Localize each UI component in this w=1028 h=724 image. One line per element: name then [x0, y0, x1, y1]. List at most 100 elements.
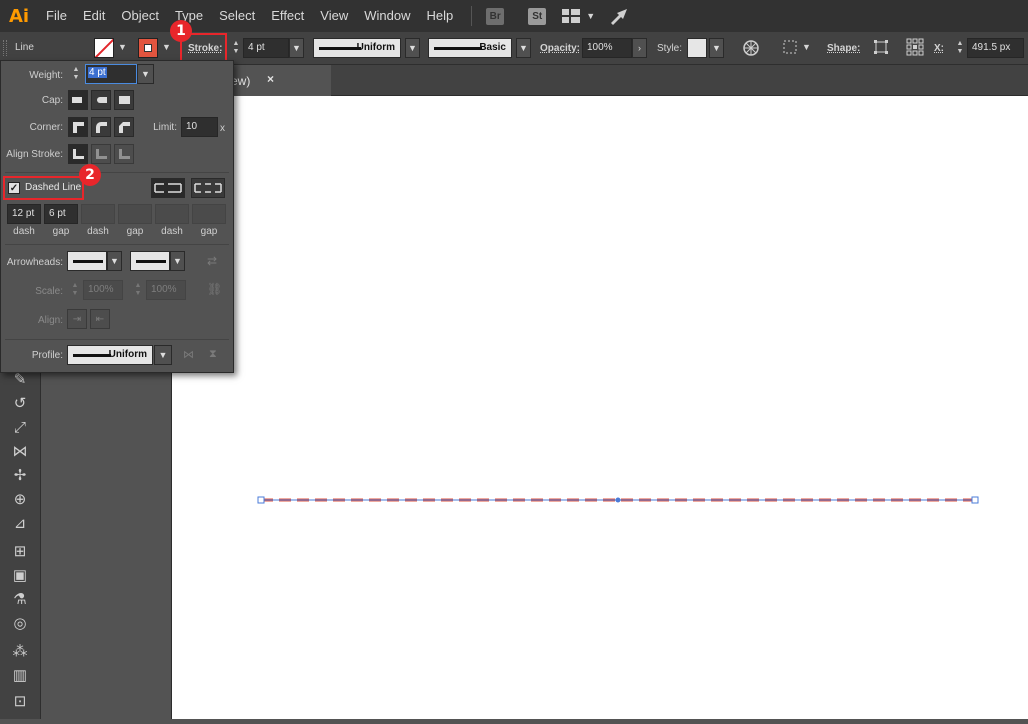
gradient-tool-icon[interactable]: ▣ — [9, 565, 31, 585]
reference-point-icon[interactable] — [906, 38, 924, 56]
align-stroke-label: Align Stroke: — [6, 149, 63, 160]
projecting-cap-button[interactable] — [114, 90, 134, 110]
column-graph-tool-icon[interactable]: ▥ — [9, 665, 31, 685]
align-to-selection-icon[interactable] — [782, 39, 798, 55]
annotation-badge-2: 2 — [79, 164, 101, 186]
shape-link[interactable]: Shape: — [827, 43, 860, 54]
menu-select[interactable]: Select — [211, 0, 263, 32]
x-position-stepper[interactable]: ▲ ▼ — [953, 38, 967, 58]
round-cap-button[interactable] — [91, 90, 111, 110]
gpu-performance-icon[interactable] — [609, 7, 629, 25]
transform-shape-icon[interactable] — [873, 39, 889, 55]
variable-width-profile[interactable]: Uniform — [313, 38, 401, 58]
bevel-join-button[interactable] — [114, 117, 134, 137]
brush-dropdown[interactable]: ▼ — [516, 38, 531, 58]
x-position-field[interactable]: 491.5 px — [967, 38, 1024, 58]
weight-field[interactable]: 4 pt — [85, 64, 137, 84]
weight-stepper[interactable]: ▲ ▼ — [69, 64, 83, 84]
arrow-place-button[interactable]: ⇤ — [90, 309, 110, 329]
align-outside-button[interactable] — [114, 144, 134, 164]
round-join-button[interactable] — [91, 117, 111, 137]
profile-dropdown[interactable]: ▼ — [154, 345, 172, 365]
graphic-style-swatch[interactable] — [687, 38, 707, 58]
grip-handle[interactable] — [3, 40, 7, 56]
symbol-sprayer-tool-icon[interactable]: ⁂ — [9, 641, 31, 661]
width-tool-icon[interactable]: ⋈ — [9, 441, 31, 461]
end-scale-stepper[interactable]: ▲ ▼ — [131, 280, 145, 300]
start-arrowhead-select[interactable] — [67, 251, 107, 271]
menu-window[interactable]: Window — [356, 0, 418, 32]
artboard[interactable] — [171, 96, 1028, 719]
menu-effect[interactable]: Effect — [263, 0, 312, 32]
arrow-extend-button[interactable]: ⇥ — [67, 309, 87, 329]
stock-button[interactable]: St — [528, 7, 547, 25]
scale-tool-icon[interactable]: ⤢ — [9, 417, 31, 437]
end-scale-field[interactable]: 100% — [146, 280, 186, 300]
stroke-weight-stepper[interactable]: ▲ ▼ — [229, 38, 243, 58]
align-dropdown-chevron[interactable]: ▼ — [802, 42, 811, 52]
swap-arrowheads-icon[interactable]: ⇄ — [207, 254, 217, 268]
menu-object[interactable]: Object — [113, 0, 167, 32]
start-scale-field[interactable]: 100% — [83, 280, 123, 300]
puppet-warp-tool-icon[interactable]: ✢ — [9, 465, 31, 485]
eyedropper-tool-icon[interactable]: ⚗ — [9, 589, 31, 609]
gap-field-2[interactable] — [118, 204, 152, 224]
variable-width-dropdown[interactable]: ▼ — [405, 38, 420, 58]
shape-builder-tool-icon[interactable]: ⊕ — [9, 489, 31, 509]
stroke-weight-dropdown[interactable]: ▼ — [289, 38, 304, 58]
preserve-dash-button[interactable] — [151, 178, 185, 198]
limit-field[interactable]: 10 — [181, 117, 218, 137]
menu-edit[interactable]: Edit — [75, 0, 113, 32]
bridge-button[interactable]: Br — [486, 7, 505, 25]
opacity-link[interactable]: Opacity: — [540, 43, 580, 54]
stroke-swatch[interactable] — [138, 38, 158, 58]
anchor-point-end[interactable] — [971, 496, 979, 504]
stroke-dropdown-chevron[interactable]: ▼ — [162, 42, 171, 52]
gap-field-3[interactable] — [192, 204, 226, 224]
artboard-tool-icon[interactable]: ⊡ — [9, 691, 31, 711]
profile-select[interactable]: Uniform — [67, 345, 153, 365]
align-stroke-outside-icon — [119, 149, 130, 159]
brush-definition[interactable]: Basic — [428, 38, 512, 58]
round-join-icon — [96, 122, 107, 133]
fill-dropdown-chevron[interactable]: ▼ — [118, 42, 127, 52]
brush-preview-line — [434, 47, 482, 50]
butt-cap-button[interactable] — [68, 90, 88, 110]
align-center-button[interactable] — [68, 144, 88, 164]
align-dash-corners-button[interactable] — [191, 178, 225, 198]
app-logo: Ai — [8, 5, 30, 27]
graphic-style-dropdown[interactable]: ▼ — [709, 38, 724, 58]
perspective-grid-tool-icon[interactable]: ⊿ — [9, 513, 31, 533]
document-tab[interactable]: ew) × — [231, 65, 331, 96]
menu-view[interactable]: View — [312, 0, 356, 32]
fill-swatch[interactable] — [94, 38, 114, 58]
anchor-point-start[interactable] — [257, 496, 265, 504]
dash-field-3[interactable] — [155, 204, 189, 224]
stroke-weight-field[interactable]: 4 pt — [243, 38, 289, 58]
recolor-artwork-icon[interactable] — [742, 39, 760, 57]
opacity-field[interactable]: 100% — [582, 38, 632, 58]
close-tab-icon[interactable]: × — [267, 72, 274, 86]
menu-file[interactable]: File — [38, 0, 75, 32]
gap-field-1[interactable]: 6 pt — [44, 204, 78, 224]
start-scale-stepper[interactable]: ▲ ▼ — [68, 280, 82, 300]
flip-across-icon[interactable]: ⧗ — [209, 348, 217, 361]
rotate-tool-icon[interactable]: ↺ — [9, 393, 31, 413]
end-arrowhead-dropdown[interactable]: ▼ — [170, 251, 185, 271]
link-scale-icon[interactable]: ⛓ — [207, 282, 222, 296]
end-arrowhead-select[interactable] — [130, 251, 170, 271]
corner-label: Corner: — [29, 122, 63, 133]
weight-dropdown[interactable]: ▼ — [137, 64, 154, 84]
mesh-tool-icon[interactable]: ⊞ — [9, 541, 31, 561]
dash-field-1[interactable]: 12 pt — [7, 204, 41, 224]
align-inside-button[interactable] — [91, 144, 111, 164]
opacity-slider-toggle[interactable]: › — [632, 38, 647, 58]
miter-join-button[interactable] — [68, 117, 88, 137]
start-arrowhead-dropdown[interactable]: ▼ — [107, 251, 122, 271]
menu-help[interactable]: Help — [418, 0, 461, 32]
dash-field-2[interactable] — [81, 204, 115, 224]
blend-tool-icon[interactable]: ◎ — [9, 613, 31, 633]
x-position-label[interactable]: X: — [934, 43, 944, 54]
flip-along-icon[interactable]: ⋈ — [183, 348, 194, 361]
workspace-switcher[interactable]: ▼ — [562, 9, 595, 23]
